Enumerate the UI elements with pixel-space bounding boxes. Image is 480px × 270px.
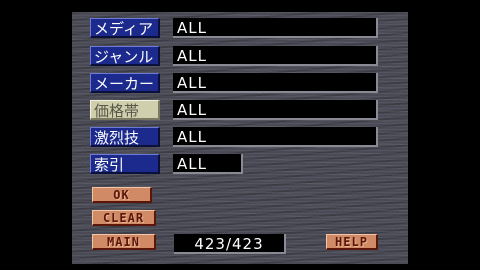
help-button[interactable]: HELP xyxy=(326,234,378,250)
filter-value-maker[interactable]: ALL xyxy=(173,73,378,93)
filter-value-genre[interactable]: ALL xyxy=(173,46,378,66)
ok-button[interactable]: OK xyxy=(92,187,152,203)
filter-value-index[interactable]: ALL xyxy=(173,154,243,174)
filter-value-special-move[interactable]: ALL xyxy=(173,127,378,147)
filter-label-maker[interactable]: メーカー xyxy=(90,73,160,93)
search-panel: メディア ALL ジャンル ALL メーカー ALL 価格帯 ALL 激烈技 A… xyxy=(72,12,408,264)
filter-label-genre[interactable]: ジャンル xyxy=(90,46,160,66)
filter-value-price-range[interactable]: ALL xyxy=(173,100,378,120)
filter-label-special-move[interactable]: 激烈技 xyxy=(90,127,160,147)
filter-label-index[interactable]: 索引 xyxy=(90,154,160,174)
clear-button[interactable]: CLEAR xyxy=(92,210,156,226)
main-button[interactable]: MAIN xyxy=(92,234,156,250)
filter-value-media[interactable]: ALL xyxy=(173,18,378,38)
result-counter: 423/423 xyxy=(174,234,286,254)
filter-label-media[interactable]: メディア xyxy=(90,18,160,38)
filter-label-price-range[interactable]: 価格帯 xyxy=(90,100,160,120)
